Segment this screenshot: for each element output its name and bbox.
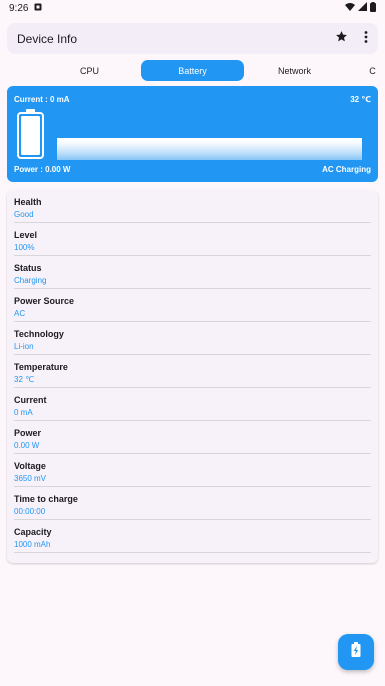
app-title: Device Info (17, 31, 78, 46)
battery-temperature: 32 ℃ (350, 95, 371, 104)
info-value: Good (14, 210, 34, 219)
info-value: 3650 mV (14, 474, 47, 483)
info-label: Current (14, 395, 47, 405)
battery-current: Current : 0 mA (14, 95, 70, 104)
info-label: Level (14, 230, 38, 240)
info-label: Power Source (14, 296, 75, 306)
info-row-power: Power 0.00 W (14, 421, 371, 454)
info-value: AC (14, 309, 26, 318)
info-row-voltage: Voltage 3650 mV (14, 454, 371, 487)
info-row-capacity: Capacity 1000 mAh (14, 520, 371, 553)
info-label: Time to charge (14, 494, 78, 504)
current-graph (57, 138, 362, 160)
info-value: 0 mA (14, 408, 33, 417)
info-label: Health (14, 197, 42, 207)
battery-fab-button[interactable] (338, 634, 374, 670)
charging-status: AC Charging (322, 165, 371, 174)
info-value: 32 ℃ (14, 375, 35, 384)
info-label: Status (14, 263, 42, 273)
status-time: 9:26 (9, 2, 29, 14)
more-vert-icon[interactable] (364, 30, 368, 48)
star-icon[interactable] (335, 30, 348, 48)
info-row-health: Health Good (14, 190, 371, 223)
signal-icon (358, 2, 367, 14)
app-actions (335, 30, 368, 48)
info-value: Li-ion (14, 342, 34, 351)
info-value: 00:00:00 (14, 507, 46, 516)
info-row-current: Current 0 mA (14, 388, 371, 421)
tab-bar: CPU Battery Network C (0, 60, 385, 81)
app-bar: Device Info (7, 23, 378, 54)
tab-overflow[interactable]: C (321, 60, 385, 81)
tab-battery[interactable]: Battery (141, 60, 244, 81)
info-label: Voltage (14, 461, 46, 471)
info-label: Capacity (14, 527, 52, 537)
info-row-time-to-charge: Time to charge 00:00:00 (14, 487, 371, 520)
info-row-technology: Technology Li-ion (14, 322, 371, 355)
battery-info-list: Health Good Level 100% Status Charging P… (7, 190, 378, 563)
info-value: 1000 mAh (14, 540, 51, 549)
battery-status-icon (370, 1, 376, 15)
notification-icon (34, 3, 42, 14)
info-row-status: Status Charging (14, 256, 371, 289)
info-label: Temperature (14, 362, 68, 372)
info-row-temperature: Temperature 32 ℃ (14, 355, 371, 388)
battery-card: Current : 0 mA 32 ℃ Power : 0.00 W AC Ch… (7, 86, 378, 182)
info-row-power-source: Power Source AC (14, 289, 371, 322)
info-label: Power (14, 428, 42, 438)
status-bar: 9:26 (0, 0, 385, 16)
wifi-icon (345, 2, 355, 14)
info-row-level: Level 100% (14, 223, 371, 256)
info-label: Technology (14, 329, 64, 339)
battery-level-icon (16, 108, 45, 159)
info-value: 100% (14, 243, 35, 252)
info-value: 0.00 W (14, 441, 40, 450)
battery-charging-icon (351, 642, 361, 662)
info-value: Charging (14, 276, 47, 285)
battery-power: Power : 0.00 W (14, 165, 71, 174)
tab-cpu[interactable]: CPU (38, 60, 141, 81)
status-right (345, 1, 376, 15)
status-left: 9:26 (9, 3, 42, 14)
